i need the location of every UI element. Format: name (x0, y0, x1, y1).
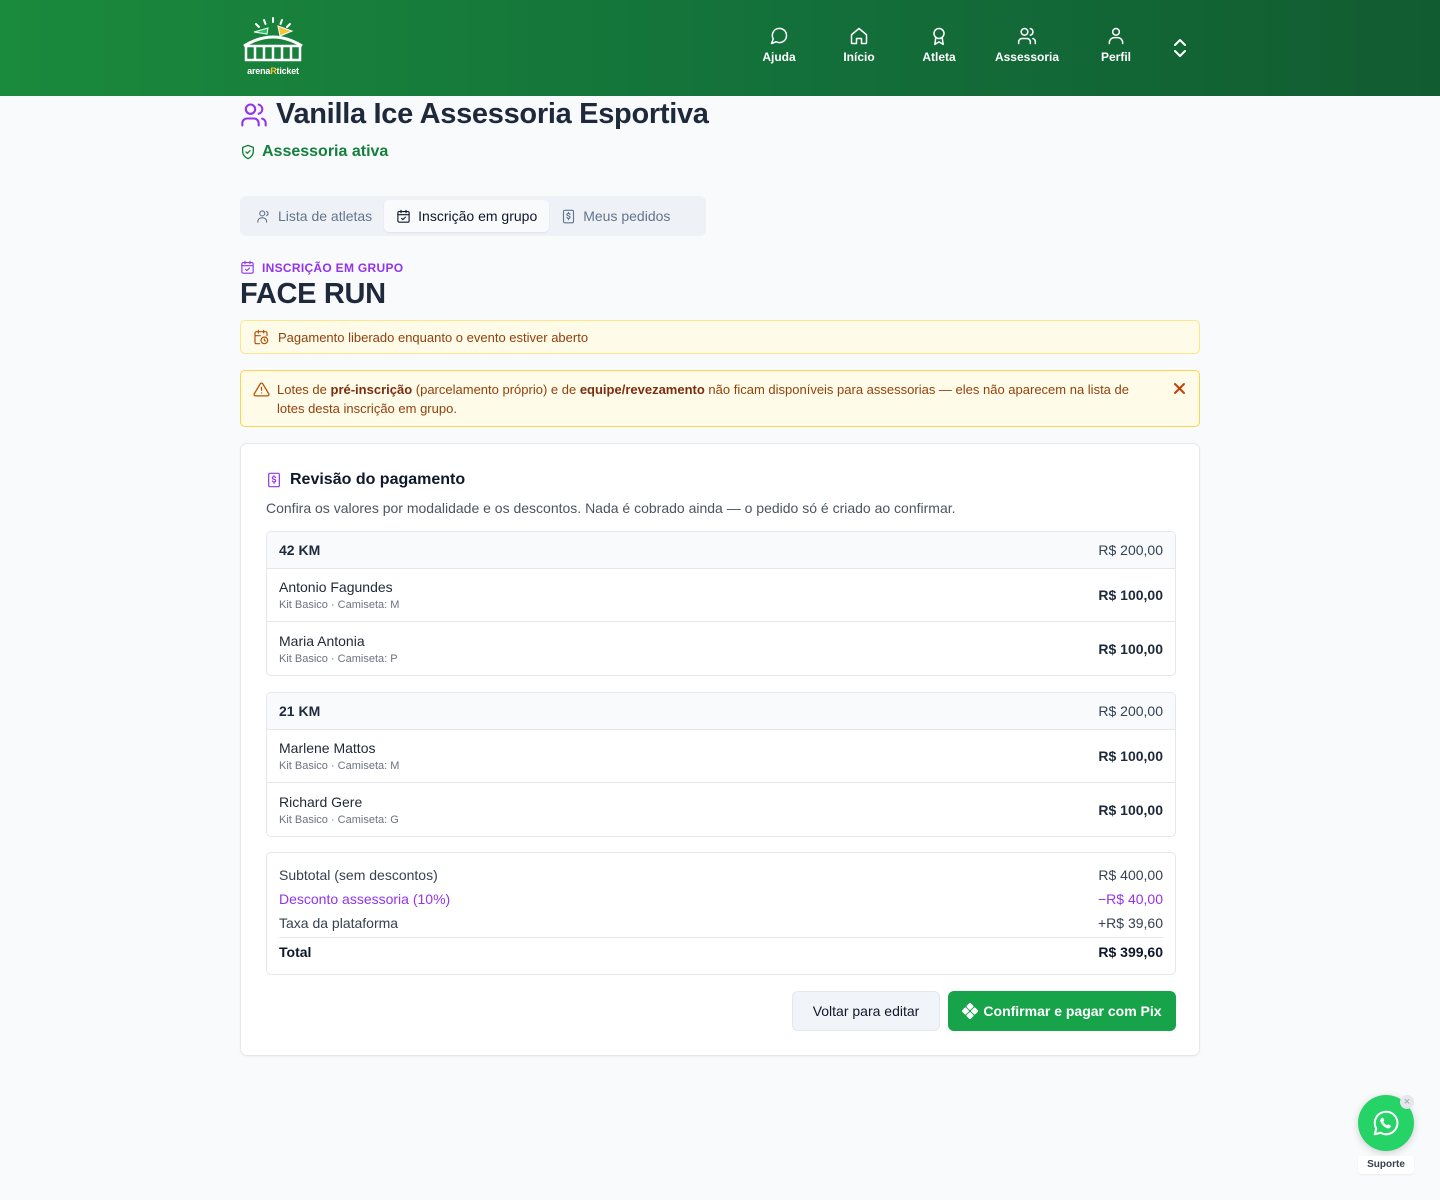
card-title: Revisão do pagamento (266, 471, 465, 489)
nav-ajuda[interactable]: Ajuda (762, 26, 796, 70)
athlete-kit-info: Kit Basico · Camiseta: M (279, 760, 400, 772)
discount-line: Desconto assessoria (10%) −R$ 40,00 (279, 891, 1163, 907)
whatsapp-icon (1373, 1110, 1399, 1136)
athlete-kit-info: Kit Basico · Camiseta: P (279, 652, 398, 665)
logo-wordmark: arenaRticket (247, 66, 299, 76)
group-total: R$ 200,00 (1098, 703, 1163, 719)
section-eyebrow: INSCRIÇÃO EM GRUPO (240, 260, 403, 275)
modality-group-21km: 21 KM R$ 200,00 Marlene Mattos Kit Basic… (266, 692, 1176, 837)
card-description: Confira os valores por modalidade e os d… (266, 500, 956, 516)
top-navigation-bar: arenaRticket Ajuda Início Atleta Assesso… (0, 0, 1440, 96)
athlete-price: R$ 100,00 (1098, 640, 1163, 657)
nav-expand-toggle[interactable] (1170, 37, 1190, 59)
users-icon (1017, 27, 1037, 45)
athlete-name: Maria Antonia (279, 632, 365, 649)
athlete-price: R$ 100,00 (1098, 801, 1163, 818)
pix-icon (962, 1003, 979, 1019)
group-name: 21 KM (279, 703, 321, 719)
order-summary: Subtotal (sem descontos) R$ 400,00 Desco… (266, 852, 1176, 975)
warning-triangle-icon (253, 382, 270, 397)
athlete-name: Richard Gere (279, 793, 363, 810)
close-support-widget[interactable]: × (1400, 1095, 1414, 1109)
platform-fee-line: Taxa da plataforma +R$ 39,60 (279, 915, 1163, 931)
group-name: 42 KM (279, 542, 321, 558)
status-badge: Assessoria ativa (240, 143, 388, 161)
shield-check-icon (242, 144, 254, 160)
receipt-icon (563, 209, 575, 223)
page-title: Vanilla Ice Assessoria Esportiva (276, 98, 709, 130)
stadium-logo-icon (243, 17, 303, 62)
nav-atleta[interactable]: Atleta (922, 26, 956, 70)
tab-lista-de-atletas[interactable]: Lista de atletas (244, 200, 384, 232)
athlete-name: Antonio Fagundes (279, 579, 393, 595)
receipt-icon (268, 472, 280, 488)
close-icon (1174, 383, 1185, 394)
nav-assessoria[interactable]: Assessoria (994, 26, 1060, 70)
athlete-kit-info: Kit Basico · Camiseta: M (279, 599, 400, 611)
calendar-clock-icon (254, 329, 269, 345)
chat-bubble-icon (770, 27, 788, 45)
support-label: Suporte (1358, 1156, 1414, 1174)
dismiss-warning-button[interactable] (1173, 382, 1186, 395)
modality-group-42km: 42 KM R$ 200,00 Antonio Fagundes Kit Bas… (266, 531, 1176, 676)
lot-restriction-warning: Lotes de pré-inscrição (parcelamento pró… (240, 370, 1200, 427)
tab-meus-pedidos[interactable]: Meus pedidos (549, 200, 682, 232)
group-total: R$ 200,00 (1098, 542, 1163, 558)
confirm-pay-pix-button[interactable]: Confirmar e pagar com Pix (948, 991, 1176, 1031)
medal-icon (933, 27, 945, 46)
total-line: Total R$ 399,60 (279, 944, 1163, 960)
arenaticket-logo[interactable]: arenaRticket (240, 16, 306, 76)
nav-perfil[interactable]: Perfil (1099, 26, 1133, 70)
tab-inscricao-em-grupo[interactable]: Inscrição em grupo (384, 200, 550, 232)
user-icon (257, 209, 269, 223)
group-header: 21 KM R$ 200,00 (267, 693, 1175, 730)
user-icon (1108, 27, 1124, 45)
athlete-row: Marlene Mattos Kit Basico · Camiseta: M … (267, 730, 1175, 783)
athlete-kit-info: Kit Basico · Camiseta: G (279, 813, 399, 826)
warning-text: Lotes de pré-inscrição (parcelamento pró… (277, 382, 1129, 416)
payment-open-alert: Pagamento liberado enquanto o evento est… (240, 320, 1200, 354)
calendar-check-icon (397, 209, 410, 223)
calendar-check-icon (241, 260, 254, 274)
athlete-price: R$ 100,00 (1098, 587, 1163, 603)
page-title-row: Vanilla Ice Assessoria Esportiva (240, 98, 709, 131)
summary-divider (279, 937, 1163, 938)
users-icon (241, 102, 267, 127)
subtotal-line: Subtotal (sem descontos) R$ 400,00 (279, 867, 1163, 883)
group-header: 42 KM R$ 200,00 (267, 532, 1175, 569)
athlete-row: Antonio Fagundes Kit Basico · Camiseta: … (267, 569, 1175, 622)
athlete-price: R$ 100,00 (1098, 748, 1163, 764)
event-title: FACE RUN (240, 278, 386, 310)
nav-inicio[interactable]: Início (843, 26, 875, 70)
chevrons-up-down-icon (1174, 39, 1186, 57)
athlete-name: Marlene Mattos (279, 740, 376, 756)
home-icon (850, 27, 868, 45)
athlete-row: Maria Antonia Kit Basico · Camiseta: P R… (267, 622, 1175, 675)
athlete-row: Richard Gere Kit Basico · Camiseta: G R$… (267, 783, 1175, 836)
back-to-edit-button[interactable]: Voltar para editar (792, 991, 940, 1031)
tab-bar: Lista de atletas Inscrição em grupo Meus… (240, 196, 706, 236)
payment-review-card: Revisão do pagamento Confira os valores … (240, 443, 1200, 1056)
